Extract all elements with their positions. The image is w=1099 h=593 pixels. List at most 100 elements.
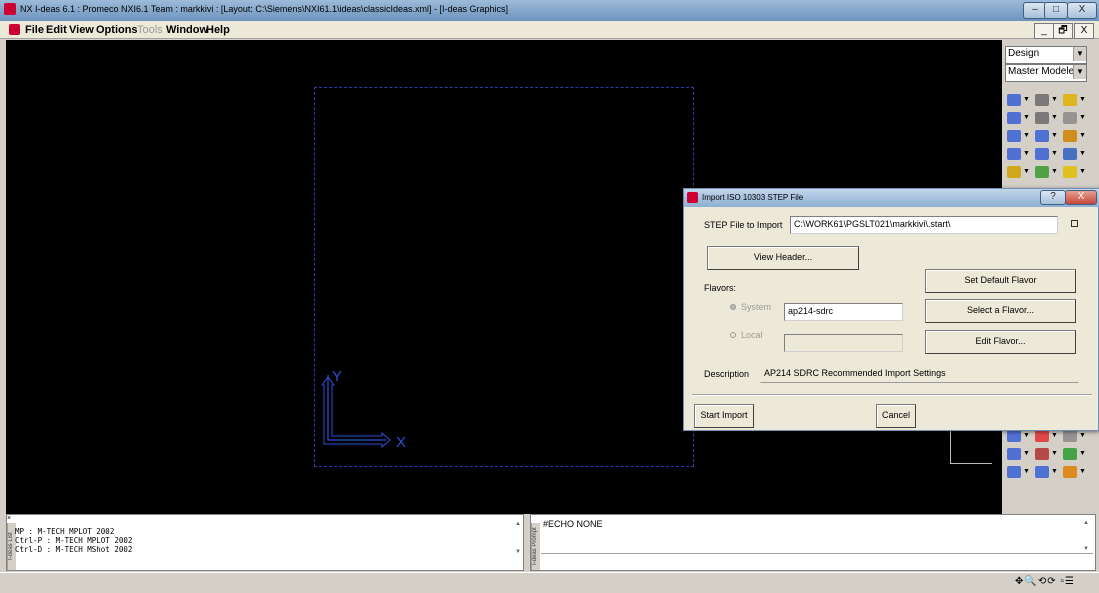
list-line: Ctrl-P : M-TECH MPLOT 2002 <box>15 536 133 545</box>
pattern-icon[interactable] <box>1063 448 1077 460</box>
maximize-button[interactable]: □ <box>1044 2 1068 19</box>
set-default-flavor-button[interactable]: Set Default Flavor <box>925 269 1076 293</box>
dropdown-arrow-icon[interactable]: ▼ <box>1051 432 1058 439</box>
extrude-icon[interactable] <box>1063 94 1077 106</box>
spline-icon[interactable] <box>1035 130 1049 142</box>
dialog-help-button[interactable]: ? <box>1040 190 1066 205</box>
list-scrollbar[interactable]: ▲ ▼ <box>513 517 523 561</box>
view-corner-indicator <box>950 430 992 464</box>
menu-options[interactable]: Options <box>96 24 138 36</box>
dropdown-arrow-icon[interactable]: ▼ <box>1023 150 1030 157</box>
prompt-divider <box>541 553 1093 554</box>
menu-bar: File Edit View Options Tools Window Help… <box>0 21 1099 39</box>
dropdown-arrow-icon[interactable]: ▼ <box>1079 450 1086 457</box>
menu-tools: Tools <box>137 24 163 36</box>
list-line: MP : M-TECH MPLOT 2002 <box>15 527 115 536</box>
close-icon[interactable]: × <box>7 515 11 522</box>
dropdown-arrow-icon[interactable]: ▼ <box>1079 114 1086 121</box>
dropdown-arrow-icon[interactable]: ▼ <box>1079 468 1086 475</box>
dropdown-arrow-icon[interactable]: ▼ <box>1079 96 1086 103</box>
fillet-curve-icon[interactable] <box>1035 112 1049 124</box>
dropdown-arrow-icon[interactable]: ▼ <box>1023 114 1030 121</box>
prompt-scrollbar[interactable]: ▲ ▼ <box>1081 517 1091 552</box>
revolve-icon[interactable] <box>1063 148 1077 160</box>
menu-view[interactable]: View <box>69 24 94 36</box>
offset-icon[interactable] <box>1063 130 1077 142</box>
dropdown-arrow-icon[interactable]: ▼ <box>1023 168 1030 175</box>
move-icon[interactable] <box>1035 448 1049 460</box>
arc-icon[interactable] <box>1035 148 1049 160</box>
dropdown-arrow-icon[interactable]: ▼ <box>1079 150 1086 157</box>
dropdown-arrow-icon[interactable]: ▼ <box>1051 132 1058 139</box>
point-icon[interactable] <box>1007 430 1021 442</box>
app-menu-icon[interactable] <box>9 24 20 35</box>
dimension-icon[interactable] <box>1007 148 1021 160</box>
dropdown-arrow-icon[interactable]: ▼ <box>1079 132 1086 139</box>
circle-icon[interactable] <box>1007 130 1021 142</box>
trim-icon[interactable] <box>1035 430 1049 442</box>
application-select[interactable]: Design ▼ <box>1005 46 1087 64</box>
triangle-icon[interactable] <box>1035 466 1049 478</box>
chevron-down-icon: ▼ <box>1073 65 1086 79</box>
person-icon[interactable] <box>1063 466 1077 478</box>
axis-x-label: X <box>396 434 406 451</box>
block-icon[interactable] <box>1007 166 1021 178</box>
start-import-button[interactable]: Start Import <box>694 404 754 428</box>
dropdown-arrow-icon[interactable]: ▼ <box>1051 168 1058 175</box>
dropdown-arrow-icon[interactable]: ▼ <box>1023 132 1030 139</box>
local-flavor-field <box>784 334 903 352</box>
task-select[interactable]: Master Modele ▼ <box>1005 64 1087 82</box>
section-icon[interactable] <box>1063 112 1077 124</box>
step-file-input[interactable]: C:\WORK61\PGSLT021\markkivi\.start\ <box>790 216 1058 234</box>
app-icon <box>4 3 16 15</box>
dropdown-arrow-icon[interactable]: ▼ <box>1079 168 1086 175</box>
dropdown-arrow-icon[interactable]: ▼ <box>1051 96 1058 103</box>
dropdown-arrow-icon[interactable]: ▼ <box>1079 432 1086 439</box>
description-field: AP214 SDRC Recommended Import Settings <box>760 365 1079 383</box>
chevron-down-icon: ▼ <box>1073 47 1086 61</box>
dropdown-arrow-icon[interactable]: ▼ <box>1023 450 1030 457</box>
plane-icon[interactable] <box>1007 466 1021 478</box>
dropdown-arrow-icon[interactable]: ▼ <box>1051 150 1058 157</box>
dialog-title: Import ISO 10303 STEP File <box>702 193 804 202</box>
solid-icon[interactable] <box>1063 166 1077 178</box>
dialog-title-bar: Import ISO 10303 STEP File ? X <box>684 189 1099 207</box>
dropdown-arrow-icon[interactable]: ▼ <box>1023 432 1030 439</box>
task-value: Master Modele <box>1008 66 1075 77</box>
import-step-dialog: Import ISO 10303 STEP File ? X STEP File… <box>683 188 1099 431</box>
sketch-icon[interactable] <box>1007 94 1021 106</box>
menu-file[interactable]: File <box>25 24 44 36</box>
menu-help[interactable]: Help <box>206 24 230 36</box>
ideas-prompt-pane[interactable]: I-deas Prompt #ECHO NONE ▲ ▼ <box>530 514 1096 571</box>
system-label: System <box>741 302 772 312</box>
select-flavor-button[interactable]: Select a Flavor... <box>925 299 1076 323</box>
dialog-close-button[interactable]: X <box>1065 190 1097 205</box>
cancel-button[interactable]: Cancel <box>876 404 916 428</box>
arrow-icon[interactable] <box>1007 448 1021 460</box>
browse-icon[interactable] <box>1071 220 1078 227</box>
dropdown-arrow-icon[interactable]: ▼ <box>1051 468 1058 475</box>
view-controls-icon[interactable]: ✥🔍⟲⟳ ▫☰ <box>1015 576 1075 587</box>
mdi-restore-button[interactable]: 🗗 <box>1053 23 1073 39</box>
curve-icon[interactable] <box>1035 94 1049 106</box>
prompt-pane-label: I-deas Prompt <box>531 523 540 570</box>
dropdown-arrow-icon[interactable]: ▼ <box>1051 114 1058 121</box>
axis-y-label: Y <box>332 368 342 385</box>
mdi-close-button[interactable]: X <box>1074 23 1094 39</box>
view-header-button[interactable]: View Header... <box>707 246 859 270</box>
axis-arrows <box>321 376 391 449</box>
close-button[interactable]: X <box>1067 2 1097 19</box>
dropdown-arrow-icon[interactable]: ▼ <box>1051 450 1058 457</box>
application-value: Design <box>1008 48 1040 59</box>
menu-edit[interactable]: Edit <box>46 24 67 36</box>
cube-icon[interactable] <box>1035 166 1049 178</box>
sphere-icon[interactable] <box>1063 430 1077 442</box>
edit-flavor-button[interactable]: Edit Flavor... <box>925 330 1076 354</box>
menu-window[interactable]: Window <box>166 24 208 36</box>
ideas-list-pane[interactable]: I-deas List × MP : M-TECH MPLOT 2002 Ctr… <box>6 514 524 571</box>
mdi-minimize-button[interactable]: _ <box>1034 23 1054 39</box>
dropdown-arrow-icon[interactable]: ▼ <box>1023 96 1030 103</box>
dropdown-arrow-icon[interactable]: ▼ <box>1023 468 1030 475</box>
description-label: Description <box>704 369 750 379</box>
line-icon[interactable] <box>1007 112 1021 124</box>
